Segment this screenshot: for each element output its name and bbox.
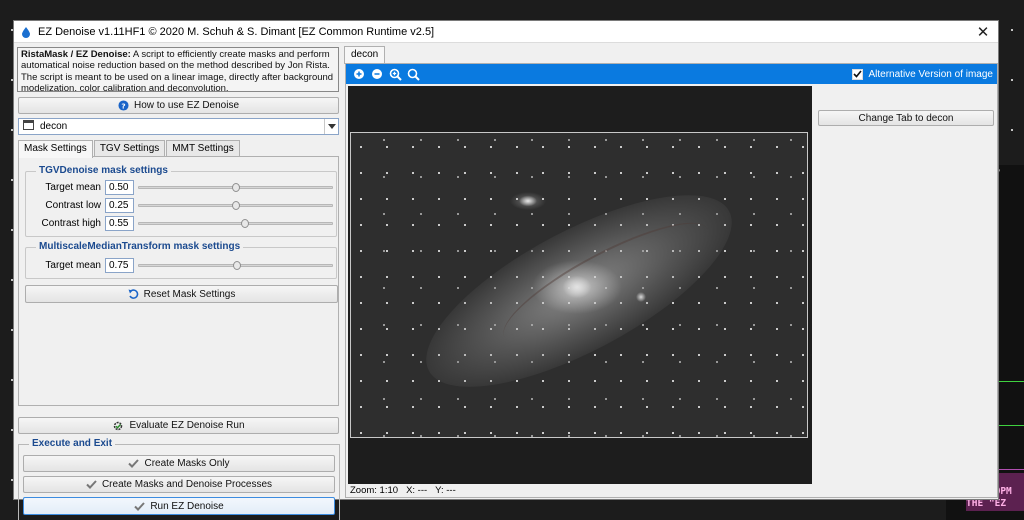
zoom-out-icon[interactable] [370,67,384,81]
chevron-down-icon[interactable] [324,119,338,134]
mmt-group-title: MultiscaleMedianTransform mask settings [36,241,244,252]
create-masks-denoise-button[interactable]: Create Masks and Denoise Processes [23,476,335,493]
reset-mask-settings-label: Reset Mask Settings [143,288,236,300]
image-viewer: Alternative Version of image Change Tab … [345,63,998,498]
zoom-fit-icon[interactable] [388,67,402,81]
execute-exit-title: Execute and Exit [29,438,116,449]
console-line: THE "EZ [966,498,1024,511]
image-select[interactable]: decon [18,118,339,135]
gear-check-icon [112,420,124,432]
check-icon [134,501,146,511]
slider-thumb[interactable] [231,183,240,192]
evaluate-button[interactable]: Evaluate EZ Denoise Run [18,417,339,434]
slider-thumb[interactable] [231,201,240,210]
tgv-contrast-high-row: Contrast high 0.55 [26,216,336,231]
create-masks-denoise-label: Create Masks and Denoise Processes [101,479,273,490]
slider-thumb[interactable] [233,261,242,270]
settings-tabs: Mask Settings TGV Settings MMT Settings [18,140,241,158]
help-circle-icon: ? [118,100,129,111]
ez-denoise-dialog: EZ Denoise v1.11HF1 © 2020 M. Schuh & S.… [13,20,999,520]
reset-mask-settings-button[interactable]: Reset Mask Settings [25,285,338,303]
x-readout: X: --- [406,485,428,496]
viewer-tabs: decon [344,46,386,64]
tgv-contrast-low-input[interactable]: 0.25 [105,198,134,213]
tgv-contrast-low-row: Contrast low 0.25 [26,198,336,213]
image-select-value: decon [40,121,68,132]
run-ez-denoise-label: Run EZ Denoise [150,500,224,512]
mmt-target-mean-input[interactable]: 0.75 [105,258,134,273]
zoom-readout: Zoom: 1:10 [350,485,399,496]
run-ez-denoise-button[interactable]: Run EZ Denoise [23,497,335,515]
alt-version-toggle[interactable]: Alternative Version of image [852,68,997,80]
y-readout: Y: --- [435,485,456,496]
tgv-contrast-high-label: Contrast high [41,218,101,229]
viewer-toolbar: Alternative Version of image [346,64,997,84]
tgv-target-mean-label: Target mean [45,182,101,193]
tgv-group-title: TGVDenoise mask settings [36,165,171,176]
tgv-contrast-low-label: Contrast low [45,200,101,211]
create-masks-only-label: Create Masks Only [144,458,230,469]
window-title: EZ Denoise v1.11HF1 © 2020 M. Schuh & S.… [38,25,435,38]
zoom-reset-icon[interactable] [406,67,420,81]
status-bar: Zoom: 1:10 X: --- Y: --- [348,485,997,497]
image-canvas[interactable] [348,86,812,484]
check-icon [86,480,97,489]
how-to-use-button[interactable]: ? How to use EZ Denoise [18,97,339,114]
mmt-target-mean-label: Target mean [45,260,101,271]
change-tab-button[interactable]: Change Tab to decon [818,110,994,126]
checkbox-checked-icon[interactable] [852,68,864,80]
script-description: RistaMask / EZ Denoise: A script to effi… [17,47,339,92]
tgv-contrast-low-slider[interactable] [138,198,333,213]
left-panel: RistaMask / EZ Denoise: A script to effi… [17,46,341,520]
execute-exit-group: Execute and Exit Create Masks Only Creat… [18,438,340,520]
tgv-target-mean-row: Target mean 0.50 [26,180,336,195]
tgv-contrast-high-input[interactable]: 0.55 [105,216,134,231]
how-to-use-label: How to use EZ Denoise [133,100,240,111]
svg-text:?: ? [121,101,125,110]
window-icon [23,120,34,133]
tgv-target-mean-slider[interactable] [138,180,333,195]
tgv-target-mean-input[interactable]: 0.50 [105,180,134,195]
description-heading: RistaMask / EZ Denoise: [21,49,131,60]
mmt-target-mean-row: Target mean 0.75 [26,258,336,273]
droplet-icon [20,26,32,38]
slider-thumb[interactable] [241,219,250,228]
create-masks-only-button[interactable]: Create Masks Only [23,455,335,472]
galaxy-image [350,132,808,438]
tab-decon[interactable]: decon [344,46,386,64]
mmt-target-mean-slider[interactable] [138,258,333,273]
tgv-contrast-high-slider[interactable] [138,216,333,231]
tab-tgv-settings[interactable]: TGV Settings [93,140,166,157]
tab-mask-settings[interactable]: Mask Settings [18,140,93,158]
evaluate-label: Evaluate EZ Denoise Run [129,420,245,431]
check-icon [128,459,140,468]
zoom-in-icon[interactable] [352,67,366,81]
undo-icon [128,289,139,299]
close-button[interactable]: ✕ [968,23,998,41]
alt-version-label: Alternative Version of image [868,68,993,80]
mmt-mask-group: MultiscaleMedianTransform mask settings … [25,241,337,279]
tgv-mask-group: TGVDenoise mask settings Target mean 0.5… [25,165,337,237]
tab-mmt-settings[interactable]: MMT Settings [166,140,240,157]
title-bar: EZ Denoise v1.11HF1 © 2020 M. Schuh & S.… [14,21,998,43]
mask-settings-panel: TGVDenoise mask settings Target mean 0.5… [18,156,339,406]
